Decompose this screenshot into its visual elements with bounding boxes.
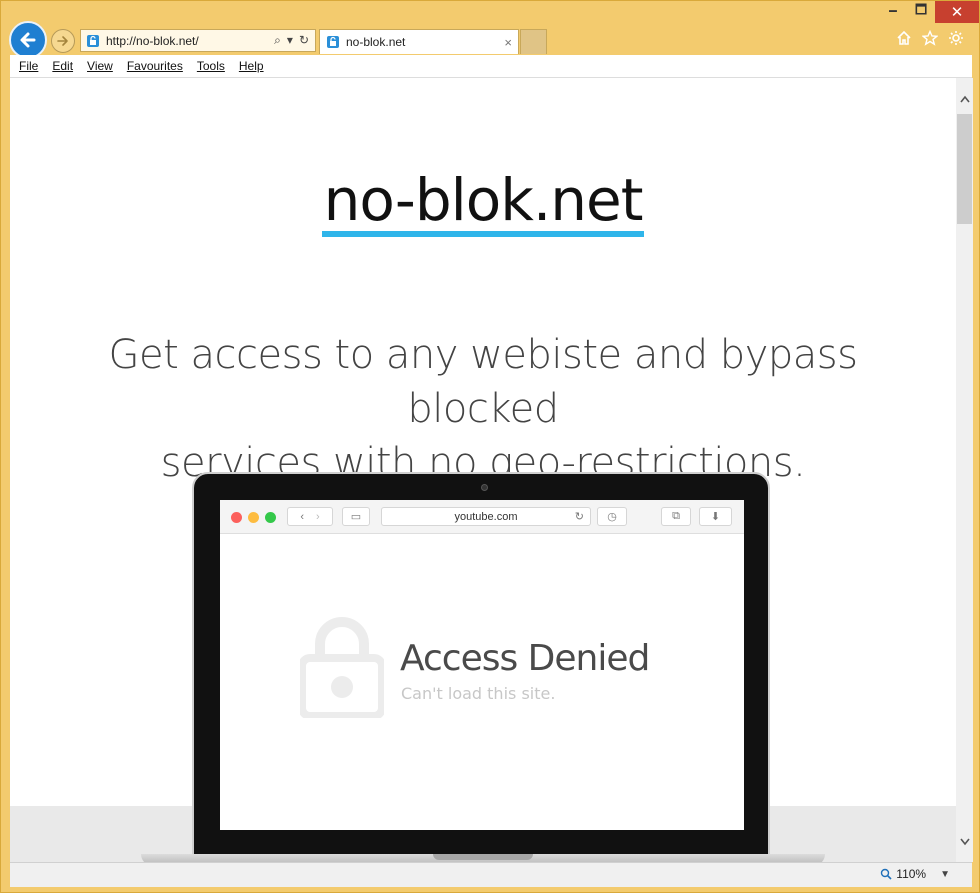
mock-forward-icon: ›	[316, 510, 320, 523]
address-tools: ⌕ ▾ ↻	[274, 33, 309, 48]
forward-button[interactable]	[51, 29, 75, 53]
minimize-button[interactable]: 🗕	[879, 1, 907, 23]
search-icon[interactable]: ⌕	[274, 33, 281, 48]
menu-edit[interactable]: Edit	[52, 59, 73, 73]
tagline-line-1: Get access to any webiste and bypass blo…	[108, 332, 858, 432]
mock-url-text: youtube.com	[454, 510, 518, 523]
address-bar[interactable]: http://no-blok.net/ ⌕ ▾ ↻	[80, 29, 316, 52]
mock-minimize-dot	[248, 512, 259, 523]
site-title[interactable]: no-blok.net	[10, 166, 956, 237]
tab-title: no-blok.net	[346, 35, 406, 49]
forward-arrow-icon	[57, 36, 68, 46]
scroll-down-icon[interactable]	[956, 833, 973, 850]
dropdown-icon[interactable]: ▾	[287, 33, 293, 48]
mock-reload-icon: ↻	[574, 511, 584, 523]
padlock-icon	[300, 617, 384, 718]
address-url[interactable]: http://no-blok.net/	[106, 34, 274, 48]
menu-bar: File Edit View Favourites Tools Help	[10, 55, 972, 78]
tab-favicon-icon	[327, 36, 339, 48]
menu-view[interactable]: View	[87, 59, 113, 73]
window-controls: 🗕 🗖 ✕	[879, 1, 979, 25]
mock-download-icon: ⬇	[699, 507, 732, 526]
home-icon[interactable]	[895, 29, 913, 47]
menu-file[interactable]: File	[19, 59, 38, 73]
tagline: Get access to any webiste and bypass blo…	[30, 328, 936, 490]
laptop-mockup: ‹ › ▭ youtube.com ↻ ◷ ⧉ ⬇ Access Denied …	[192, 472, 770, 862]
page-lock-icon	[87, 34, 99, 47]
back-button[interactable]	[9, 21, 47, 59]
zoom-control[interactable]: 110% ▼	[880, 867, 950, 881]
laptop-notch	[433, 854, 533, 860]
zoom-level[interactable]: 110%	[896, 867, 926, 881]
mock-close-dot	[231, 512, 242, 523]
mock-sidebar-icon: ▭	[342, 507, 370, 526]
menu-help[interactable]: Help	[239, 59, 264, 73]
tab-no-blok[interactable]: no-blok.net ×	[319, 29, 519, 54]
tab-close-icon[interactable]: ×	[504, 35, 512, 50]
mock-nav-buttons: ‹ ›	[287, 507, 333, 526]
scroll-up-icon[interactable]	[956, 90, 973, 107]
new-tab-button[interactable]	[520, 29, 547, 54]
access-denied-panel: Access Denied Can't load this site.	[220, 534, 744, 830]
favourites-star-icon[interactable]	[921, 29, 939, 47]
maximize-button[interactable]: 🗖	[907, 1, 935, 23]
mock-browser-toolbar: ‹ › ▭ youtube.com ↻ ◷ ⧉ ⬇	[220, 500, 744, 534]
scroll-thumb[interactable]	[957, 114, 972, 224]
mock-back-icon: ‹	[300, 510, 304, 523]
refresh-icon[interactable]: ↻	[299, 33, 309, 48]
mock-zoom-dot	[265, 512, 276, 523]
gear-icon[interactable]	[947, 29, 965, 47]
site-title-text[interactable]: no-blok.net	[321, 169, 645, 237]
menu-favourites[interactable]: Favourites	[127, 59, 183, 73]
status-bar: 110% ▼	[10, 862, 972, 887]
browser-window: 🗕 🗖 ✕ http://no-blok.net/ ⌕ ▾ ↻ no-blok.…	[0, 0, 980, 893]
page-viewport: no-blok.net Get access to any webiste an…	[10, 78, 956, 862]
access-denied-subtitle: Can't load this site.	[401, 684, 556, 703]
menu-tools[interactable]: Tools	[197, 59, 225, 73]
mock-history-icon: ◷	[597, 507, 627, 526]
toolbar-icons	[895, 29, 965, 47]
camera-icon	[481, 484, 488, 491]
back-arrow-icon	[20, 32, 36, 48]
vertical-scrollbar[interactable]	[956, 78, 973, 862]
close-window-button[interactable]: ✕	[935, 1, 979, 23]
zoom-icon	[881, 868, 892, 880]
laptop-screen: ‹ › ▭ youtube.com ↻ ◷ ⧉ ⬇ Access Denied …	[220, 500, 744, 830]
access-denied-title: Access Denied	[400, 638, 650, 679]
zoom-dropdown-icon[interactable]: ▼	[940, 869, 950, 880]
mock-url-field: youtube.com ↻	[381, 507, 591, 526]
mock-tabs-icon: ⧉	[661, 507, 691, 526]
